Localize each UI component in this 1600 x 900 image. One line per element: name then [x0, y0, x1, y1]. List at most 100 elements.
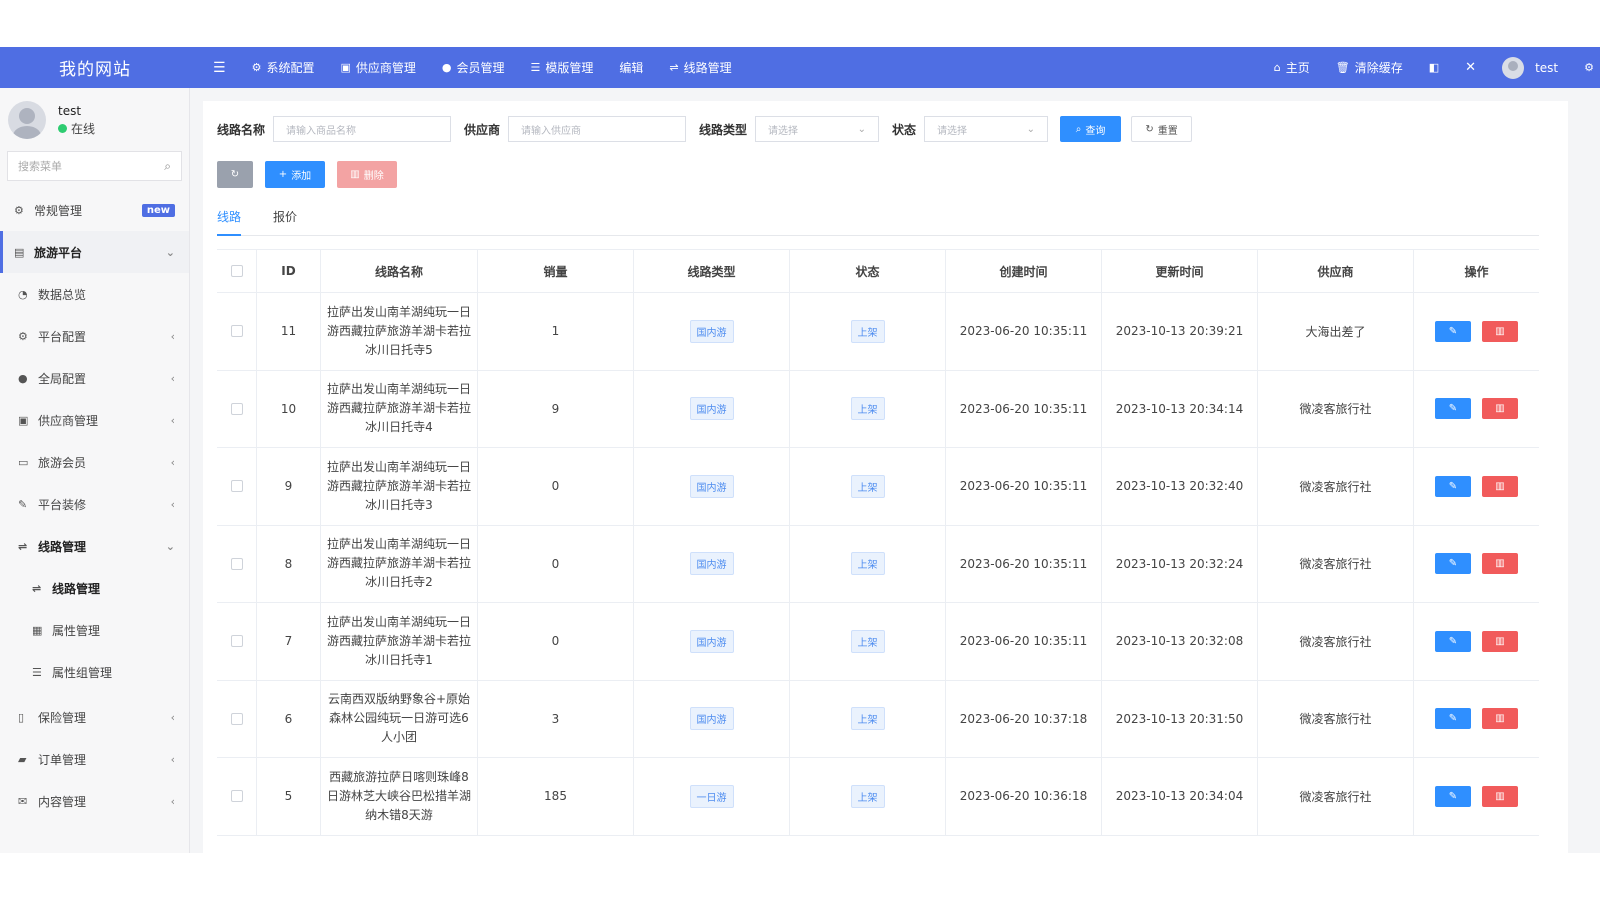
- edit-button[interactable]: ✎: [1435, 708, 1471, 730]
- user-menu[interactable]: test: [1489, 47, 1571, 88]
- sidebar-item-platform-config[interactable]: ⚙ 平台配置 ‹: [0, 315, 189, 357]
- edit-button[interactable]: ✎: [1435, 320, 1471, 342]
- sidebar-item-label: 属性管理: [52, 623, 101, 638]
- edit-button[interactable]: ✎: [1435, 630, 1471, 652]
- row-checkbox[interactable]: [230, 402, 243, 415]
- status-badge[interactable]: 上架: [850, 474, 885, 498]
- route-icon: ⇌: [18, 539, 28, 553]
- sidebar-item-travel-platform[interactable]: ▤ 旅游平台 ⌄: [0, 231, 189, 273]
- sidebar-item-content[interactable]: ✉ 内容管理 ‹: [0, 780, 189, 822]
- sales-cell: 1: [478, 293, 634, 370]
- column-header[interactable]: ID: [257, 250, 321, 292]
- row-delete-button[interactable]: ▥: [1482, 708, 1518, 730]
- nav-system-config[interactable]: ⚙ 系统配置: [239, 47, 328, 88]
- add-button[interactable]: + 添加: [265, 161, 325, 188]
- settings-button[interactable]: ⚙: [1571, 47, 1600, 88]
- status-badge[interactable]: 上架: [850, 319, 885, 343]
- translate-button[interactable]: ◧: [1416, 47, 1452, 88]
- sidebar-item-attribute[interactable]: ▦ 属性管理: [0, 609, 189, 651]
- column-header[interactable]: 创建时间: [946, 250, 1102, 292]
- clear-cache-button[interactable]: 🗑 清除缓存: [1323, 47, 1416, 88]
- top-nav-right: ⌂ 主页 🗑 清除缓存 ◧ ✕ test ⚙: [1261, 47, 1600, 88]
- home-link[interactable]: ⌂ 主页: [1261, 47, 1323, 88]
- status-badge[interactable]: 上架: [850, 552, 885, 576]
- column-header[interactable]: 更新时间: [1102, 250, 1258, 292]
- sidebar-item-travel-members[interactable]: ▭ 旅游会员 ‹: [0, 441, 189, 483]
- sidebar-item-supplier[interactable]: ▣ 供应商管理 ‹: [0, 399, 189, 441]
- row-checkbox[interactable]: [230, 557, 243, 570]
- tab-quotes[interactable]: 报价: [273, 206, 297, 236]
- home-icon: ⌂: [1273, 61, 1281, 74]
- sidebar-item-insurance[interactable]: ▯ 保险管理 ‹: [0, 696, 189, 738]
- site-brand[interactable]: 我的网站: [0, 55, 190, 80]
- pencil-icon: ✎: [1448, 790, 1458, 802]
- sidebar-item-orders[interactable]: ▰ 订单管理 ‹: [0, 738, 189, 780]
- search-button-label: 查询: [1085, 125, 1106, 137]
- delete-button[interactable]: ▥ 删除: [337, 161, 397, 188]
- avatar: [8, 100, 46, 139]
- column-header[interactable]: 线路名称: [321, 250, 478, 292]
- select-all-checkbox[interactable]: [230, 265, 243, 277]
- row-checkbox[interactable]: [230, 712, 243, 725]
- id-cell: 5: [257, 758, 321, 835]
- menu-search-input[interactable]: 搜索菜单 ⌕: [7, 151, 182, 181]
- row-delete-button[interactable]: ▥: [1482, 553, 1518, 575]
- nav-member-management[interactable]: ● 会员管理: [429, 47, 518, 88]
- fullscreen-button[interactable]: ✕: [1452, 47, 1489, 88]
- column-header[interactable]: 销量: [478, 250, 634, 292]
- status-badge[interactable]: 上架: [850, 397, 885, 421]
- created-time-cell: 2023-06-20 10:35:11: [946, 603, 1102, 680]
- nav-template-management[interactable]: ☰ 模版管理: [518, 47, 607, 88]
- route-type-tag: 国内游: [689, 319, 734, 343]
- nav-route-management[interactable]: ⇌ 线路管理: [656, 47, 744, 88]
- reset-button[interactable]: ↻ 重置: [1131, 116, 1193, 142]
- chevron-left-icon: ‹: [170, 752, 175, 766]
- column-header[interactable]: 线路类型: [634, 250, 790, 292]
- row-checkbox[interactable]: [230, 635, 243, 648]
- sidebar-item-decoration[interactable]: ✎ 平台装修 ‹: [0, 483, 189, 525]
- operations-cell: ✎ ▥: [1414, 448, 1539, 525]
- row-checkbox[interactable]: [230, 325, 243, 338]
- sidebar-item-global-config[interactable]: ● 全局配置 ‹: [0, 357, 189, 399]
- edit-button[interactable]: ✎: [1435, 398, 1471, 420]
- edit-button[interactable]: ✎: [1435, 475, 1471, 497]
- sidebar-item-route-management[interactable]: ⇌ 线路管理 ⌄: [0, 525, 189, 567]
- row-delete-button[interactable]: ▥: [1482, 398, 1518, 420]
- column-header[interactable]: 供应商: [1258, 250, 1414, 292]
- row-delete-button[interactable]: ▥: [1482, 320, 1518, 342]
- status-badge[interactable]: 上架: [850, 707, 885, 731]
- sidebar-item-data-overview[interactable]: ◔ 数据总览: [0, 273, 189, 315]
- refresh-button[interactable]: ↻: [217, 161, 253, 188]
- route-name-input[interactable]: 请输入商品名称: [273, 116, 452, 142]
- nav-edit[interactable]: 编辑: [606, 47, 656, 88]
- sidebar-item-route-list[interactable]: ⇌ 线路管理: [0, 567, 189, 609]
- supplier-input[interactable]: 请输入供应商: [508, 116, 687, 142]
- nav-label: 线路管理: [683, 61, 732, 75]
- list-icon: ☰: [32, 665, 42, 679]
- nav-supplier-management[interactable]: ▣ 供应商管理: [327, 47, 428, 88]
- edit-button[interactable]: ✎: [1435, 553, 1471, 575]
- created-time-cell: 2023-06-20 10:36:18: [946, 758, 1102, 835]
- row-delete-button[interactable]: ▥: [1482, 475, 1518, 497]
- route-name-cell: 拉萨出发山南羊湖纯玩一日游西藏拉萨旅游羊湖卡若拉冰川日托寺4: [321, 370, 478, 447]
- sidebar-item-general[interactable]: ⚙ 常规管理 new: [0, 189, 189, 231]
- status-cell: 上架: [790, 370, 946, 447]
- tab-routes[interactable]: 线路: [217, 206, 242, 236]
- search-button[interactable]: ⌕ 查询: [1060, 116, 1122, 142]
- menu-toggle-button[interactable]: ☰: [200, 47, 239, 88]
- row-delete-button[interactable]: ▥: [1482, 785, 1518, 807]
- column-header[interactable]: 状态: [790, 250, 946, 292]
- row-checkbox[interactable]: [230, 790, 243, 803]
- edit-button[interactable]: ✎: [1435, 785, 1471, 807]
- status-select[interactable]: 请选择 ⌄: [924, 116, 1049, 142]
- route-name-label: 线路名称: [217, 122, 266, 137]
- sidebar-item-attribute-group[interactable]: ☰ 属性组管理: [0, 651, 189, 693]
- status-badge[interactable]: 上架: [850, 629, 885, 653]
- trash-icon: ▥: [1495, 558, 1505, 570]
- row-delete-button[interactable]: ▥: [1482, 630, 1518, 652]
- status-badge[interactable]: 上架: [850, 784, 885, 808]
- route-type-select[interactable]: 请选择 ⌄: [755, 116, 880, 142]
- row-checkbox[interactable]: [230, 480, 243, 493]
- sidebar-item-label: 线路管理: [38, 539, 87, 554]
- created-time-cell: 2023-06-20 10:35:11: [946, 448, 1102, 525]
